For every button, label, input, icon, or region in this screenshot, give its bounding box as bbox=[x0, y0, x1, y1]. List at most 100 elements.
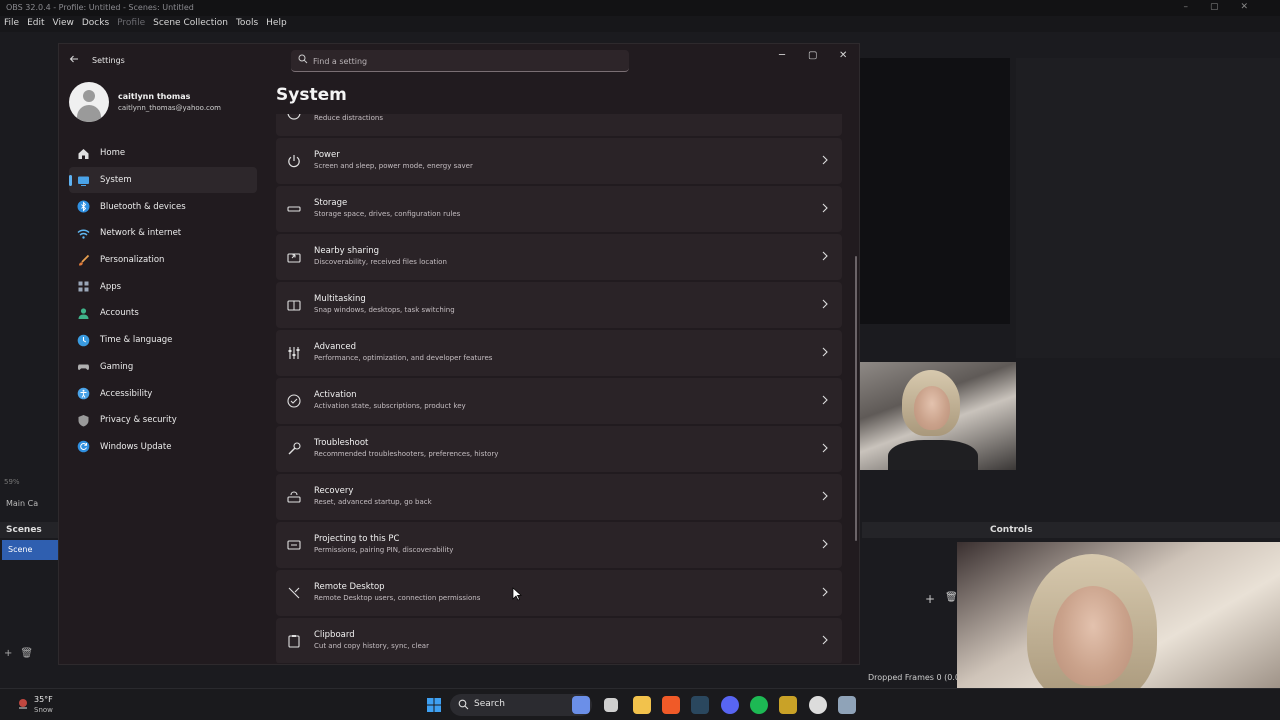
profile-name: caitlynn thomas bbox=[118, 92, 191, 101]
projecting-icon bbox=[287, 540, 301, 550]
obs-title: OBS 32.0.4 - Profile: Untitled - Scenes:… bbox=[6, 3, 194, 12]
obs-menu-docks[interactable]: Docks bbox=[78, 16, 113, 28]
list-item-storage[interactable]: Storage Storage space, drives, configura… bbox=[276, 186, 842, 232]
list-item-subtitle: Remote Desktop users, connection permiss… bbox=[314, 594, 481, 602]
taskbar-search-label: Search bbox=[474, 699, 505, 709]
sidebar-item-label: Accounts bbox=[100, 308, 139, 319]
list-item-subtitle: Screen and sleep, power mode, energy sav… bbox=[314, 162, 473, 170]
discord-icon[interactable] bbox=[721, 696, 739, 714]
list-item-subtitle: Storage space, drives, configuration rul… bbox=[314, 210, 461, 218]
copilot-app-icon[interactable] bbox=[572, 696, 590, 714]
minimize-button[interactable]: ─ bbox=[779, 50, 785, 61]
chevron-right-icon bbox=[822, 395, 828, 405]
list-item-nearby-sharing[interactable]: Nearby sharing Discoverability, received… bbox=[276, 234, 842, 280]
obs-menu-profile[interactable]: Profile bbox=[113, 16, 149, 28]
list-item-title: Activation bbox=[314, 390, 357, 400]
sidebar-item-time-language[interactable]: Time & language bbox=[69, 327, 257, 354]
snow-weather-icon bbox=[19, 699, 27, 709]
sidebar-item-label: Home bbox=[100, 148, 126, 159]
steam-icon[interactable] bbox=[691, 696, 709, 714]
obs-remove-source-button[interactable]: 🗑 bbox=[945, 592, 958, 603]
app-title: Settings bbox=[92, 56, 125, 65]
back-button[interactable] bbox=[69, 54, 79, 67]
chevron-right-icon bbox=[822, 347, 828, 357]
sidebar-item-label: Windows Update bbox=[100, 441, 172, 452]
avatar[interactable] bbox=[69, 82, 109, 122]
close-button[interactable]: ✕ bbox=[839, 50, 847, 61]
sidebar-item-label: Time & language bbox=[100, 335, 173, 346]
obs-menu-scene-collection[interactable]: Scene Collection bbox=[149, 16, 232, 28]
search-icon bbox=[458, 699, 469, 710]
obs-menu-view[interactable]: View bbox=[49, 16, 78, 28]
list-item-multitasking[interactable]: Multitasking Snap windows, desktops, tas… bbox=[276, 282, 842, 328]
obs-scene-toolbar[interactable]: +🗑 bbox=[4, 648, 41, 659]
sidebar-item-personalization[interactable]: Personalization bbox=[69, 247, 257, 274]
list-item-title: Multitasking bbox=[314, 294, 366, 304]
sidebar-item-label: Privacy & security bbox=[100, 415, 177, 426]
obs-menu-edit[interactable]: Edit bbox=[23, 16, 48, 28]
obs-scenes-header: Scenes bbox=[0, 522, 58, 538]
list-item-advanced[interactable]: Advanced Performance, optimization, and … bbox=[276, 330, 842, 376]
list-item-focus[interactable]: Reduce distractions bbox=[276, 114, 842, 136]
game-app-icon[interactable] bbox=[779, 696, 797, 714]
sidebar-item-label: Apps bbox=[100, 281, 122, 292]
chevron-right-icon bbox=[822, 587, 828, 597]
sidebar-item-accounts[interactable]: Accounts bbox=[69, 300, 257, 327]
list-item-remote-desktop[interactable]: Remote Desktop Remote Desktop users, con… bbox=[276, 570, 842, 616]
obs-menu-tools[interactable]: Tools bbox=[232, 16, 262, 28]
list-item-troubleshoot[interactable]: Troubleshoot Recommended troubleshooters… bbox=[276, 426, 842, 472]
sidebar-item-apps[interactable]: Apps bbox=[69, 273, 257, 300]
brave-icon[interactable] bbox=[662, 696, 680, 714]
maximize-button[interactable]: ▢ bbox=[808, 50, 817, 61]
file-explorer-icon[interactable] bbox=[633, 696, 651, 714]
activation-icon bbox=[287, 394, 301, 408]
sidebar-nav: Home System Bluetooth & devices Network … bbox=[69, 140, 257, 460]
list-item-clipboard[interactable]: Clipboard Cut and copy history, sync, cl… bbox=[276, 618, 842, 663]
list-item-title: Remote Desktop bbox=[314, 582, 385, 592]
power-icon bbox=[288, 155, 300, 168]
sidebar-item-gaming[interactable]: Gaming bbox=[69, 354, 257, 381]
chevron-right-icon bbox=[822, 299, 828, 309]
sidebar-item-label: Personalization bbox=[100, 255, 165, 266]
list-item-subtitle: Activation state, subscriptions, product… bbox=[314, 402, 466, 410]
list-item-projecting[interactable]: Projecting to this PC Permissions, pairi… bbox=[276, 522, 842, 568]
list-item-activation[interactable]: Activation Activation state, subscriptio… bbox=[276, 378, 842, 424]
weather-condition[interactable]: Snow bbox=[34, 706, 53, 714]
storage-icon bbox=[287, 206, 301, 212]
obs-scene-item[interactable]: Scene bbox=[2, 540, 58, 560]
list-item-power[interactable]: Power Screen and sleep, power mode, ener… bbox=[276, 138, 842, 184]
sidebar-item-network[interactable]: Network & internet bbox=[69, 220, 257, 247]
obs-window-controls[interactable]: –▢✕ bbox=[1183, 2, 1270, 12]
search-box[interactable] bbox=[291, 50, 629, 72]
list-item-title: Storage bbox=[314, 198, 348, 208]
settings-window: Settings ─ ▢ ✕ caitlynn thomas caitlynn_… bbox=[58, 43, 860, 665]
time-language-icon bbox=[77, 334, 90, 346]
sidebar-item-privacy-security[interactable]: Privacy & security bbox=[69, 407, 257, 434]
obs-menu-help[interactable]: Help bbox=[262, 16, 291, 28]
sidebar-item-accessibility[interactable]: Accessibility bbox=[69, 380, 257, 407]
chevron-right-icon bbox=[822, 539, 828, 549]
obs-menu-file[interactable]: File bbox=[0, 16, 23, 28]
list-item-title: Advanced bbox=[314, 342, 356, 352]
windows-start-icon[interactable] bbox=[426, 697, 442, 713]
search-input[interactable] bbox=[313, 54, 613, 68]
settings-taskbar-icon[interactable] bbox=[838, 696, 856, 714]
taskbar-search[interactable]: Search bbox=[450, 694, 592, 716]
sidebar-item-home[interactable]: Home bbox=[69, 140, 257, 167]
nearby-sharing-icon bbox=[287, 253, 301, 263]
obs-taskbar-icon[interactable] bbox=[809, 696, 827, 714]
task-view-icon[interactable] bbox=[604, 698, 618, 712]
spotify-icon[interactable] bbox=[750, 696, 768, 714]
obs-controls-header: Controls bbox=[990, 525, 1033, 535]
list-item-title: Projecting to this PC bbox=[314, 534, 400, 544]
list-item-subtitle: Discoverability, received files location bbox=[314, 258, 447, 266]
profile-email: caitlynn_thomas@yahoo.com bbox=[118, 104, 221, 112]
accessibility-icon bbox=[77, 387, 90, 400]
sidebar-item-system[interactable]: System bbox=[69, 166, 257, 194]
scrollbar[interactable] bbox=[855, 256, 857, 541]
weather-temperature[interactable]: 35°F bbox=[34, 695, 53, 704]
list-item-recovery[interactable]: Recovery Reset, advanced startup, go bac… bbox=[276, 474, 842, 520]
sidebar-item-bluetooth[interactable]: Bluetooth & devices bbox=[69, 193, 257, 220]
sidebar-item-windows-update[interactable]: Windows Update bbox=[69, 434, 257, 461]
obs-add-source-button[interactable]: + bbox=[925, 592, 935, 606]
